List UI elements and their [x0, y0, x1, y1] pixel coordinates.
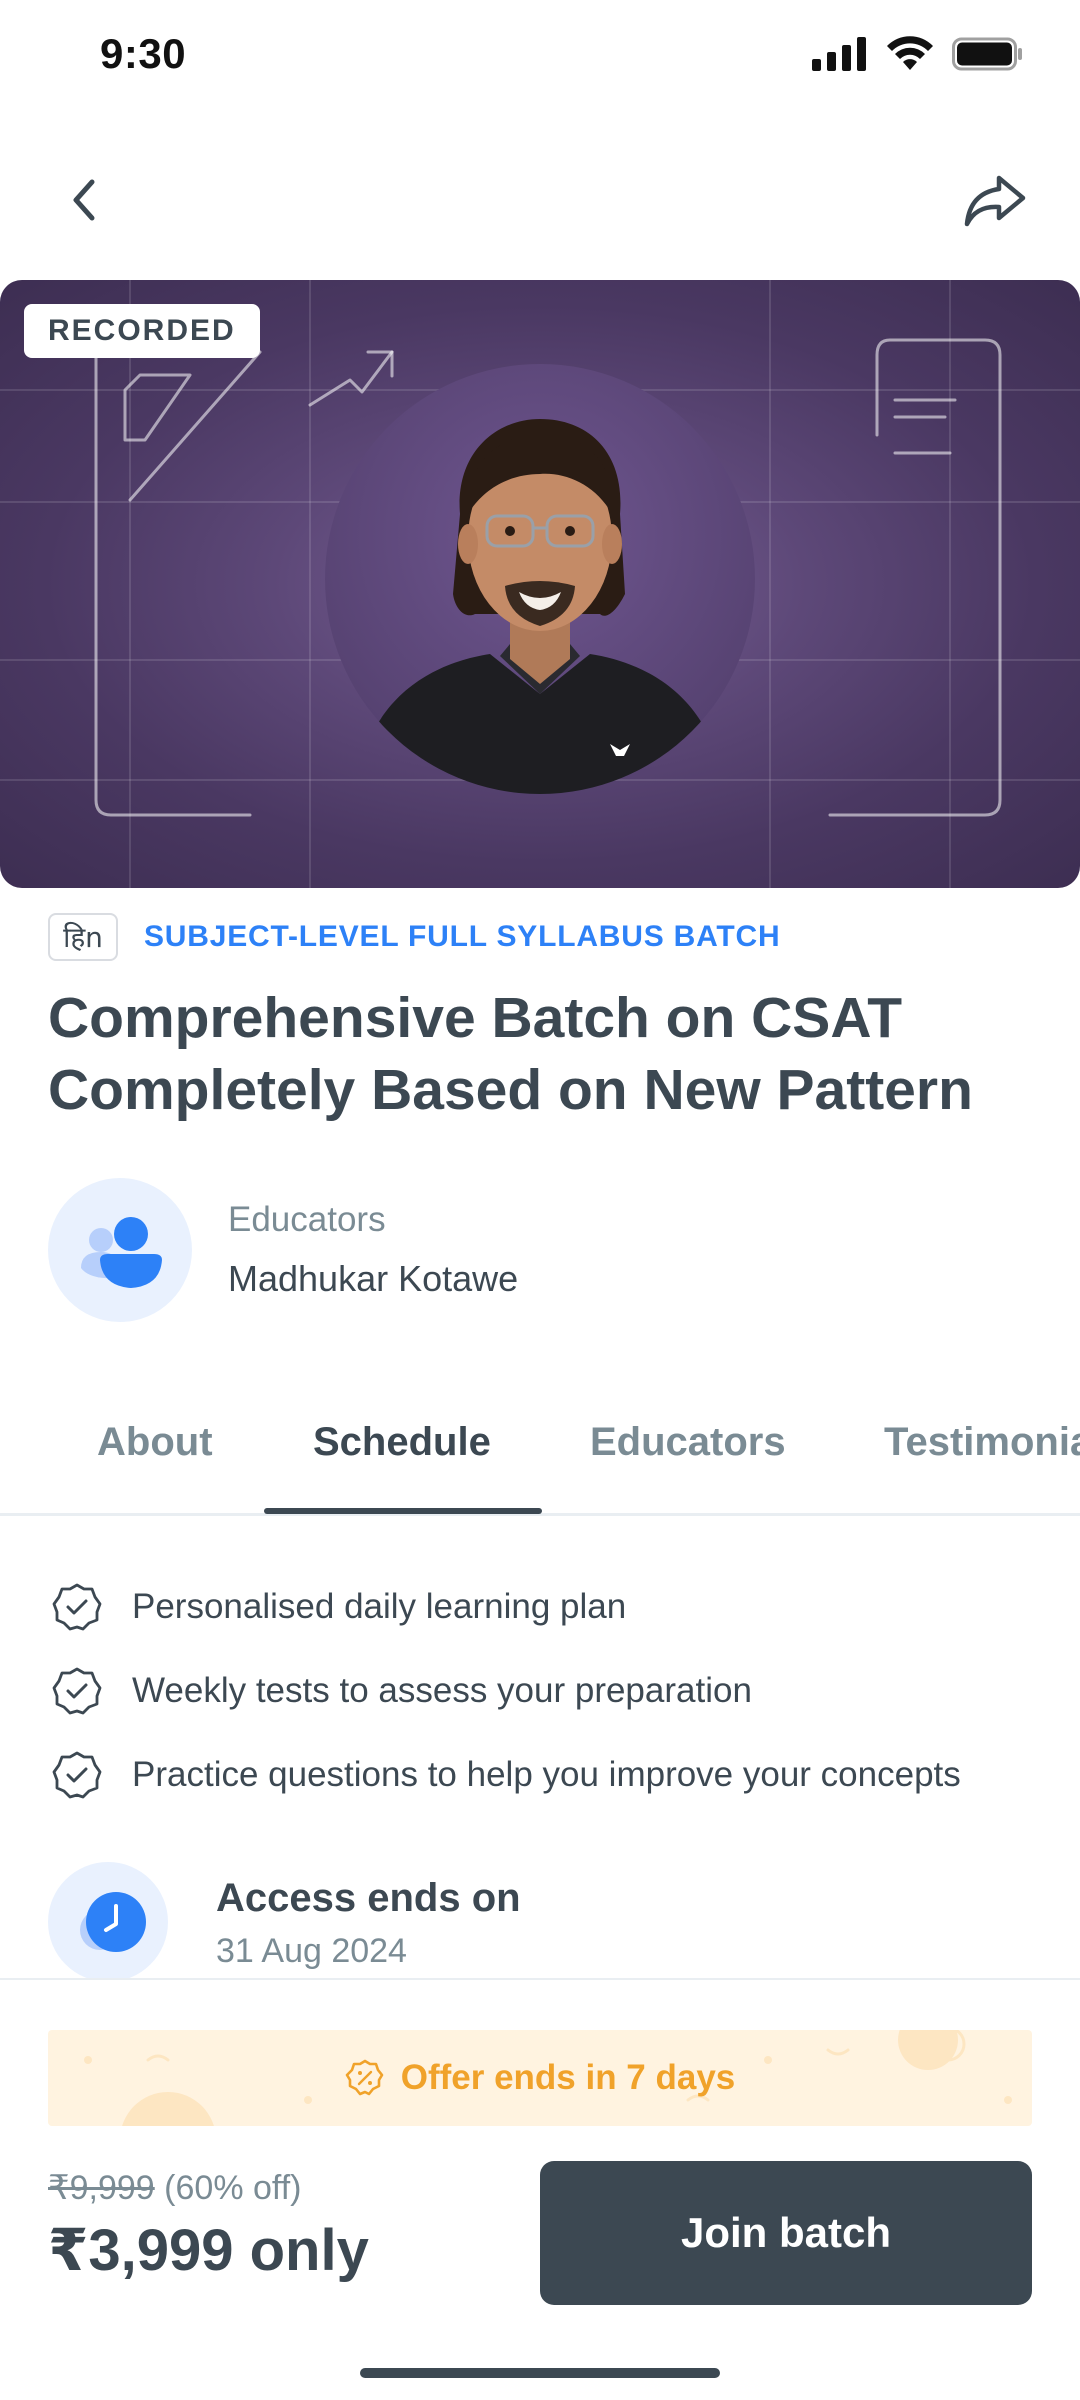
battery-icon — [952, 37, 1022, 71]
batch-meta-row: हिn SUBJECT-LEVEL FULL SYLLABUS BATCH — [48, 912, 780, 962]
feature-text: Personalised daily learning plan — [132, 1587, 627, 1626]
share-button[interactable] — [960, 168, 1030, 232]
feature-text: Practice questions to help you improve y… — [132, 1755, 961, 1794]
educators-avatar — [48, 1178, 192, 1322]
feature-list: Personalised daily learning plan Weekly … — [52, 1565, 1080, 1817]
list-item: Weekly tests to assess your preparation — [52, 1649, 1080, 1733]
educators-label: Educators — [228, 1200, 386, 1239]
status-icons — [812, 36, 1024, 72]
educator-name: Madhukar Kotawe — [228, 1258, 519, 1299]
current-price: ₹3,999 only — [48, 2218, 369, 2283]
old-price: ₹9,999 — [48, 2169, 155, 2207]
list-item: Personalised daily learning plan — [52, 1565, 1080, 1649]
educators-text: Educators Madhukar Kotawe — [228, 1200, 518, 1300]
old-price-row: ₹9,999 (60% off) — [48, 2168, 302, 2208]
check-badge-icon — [52, 1583, 102, 1631]
hero-banner: RECORDED — [0, 280, 1080, 888]
discount-badge-icon — [345, 2059, 384, 2096]
tab-schedule[interactable]: Schedule — [313, 1420, 491, 1465]
active-tab-indicator — [264, 1508, 542, 1514]
clock-icon-wrap — [48, 1862, 168, 1980]
batch-type-label: SUBJECT-LEVEL FULL SYLLABUS BATCH — [144, 920, 781, 953]
users-icon — [81, 1217, 162, 1288]
access-title: Access ends on — [216, 1876, 521, 1920]
status-bar: 9:30 — [0, 0, 1080, 110]
wifi-icon — [887, 36, 933, 70]
tab-testimonials[interactable]: Testimonials — [884, 1420, 1080, 1465]
tab-about[interactable]: About — [97, 1420, 213, 1465]
purchase-sheet: Offer ends in 7 days ₹9,999 (60% off) ₹3… — [0, 1978, 1080, 2400]
offer-text: Offer ends in 7 days — [400, 2058, 736, 2097]
feature-text: Weekly tests to assess your preparation — [132, 1671, 752, 1710]
join-batch-button[interactable]: Join batch — [540, 2161, 1032, 2305]
back-button[interactable] — [58, 170, 108, 230]
clock-icon — [80, 1892, 146, 1952]
access-ends-row: Access ends on 31 Aug 2024 — [48, 1862, 1080, 1980]
access-date: 31 Aug 2024 — [216, 1932, 407, 1970]
home-indicator[interactable] — [360, 2368, 720, 2378]
tab-educators[interactable]: Educators — [590, 1420, 786, 1465]
educator-portrait — [355, 419, 725, 794]
educator-photo — [325, 364, 755, 794]
tab-bar: About Schedule Educators Testimonials — [0, 1380, 1080, 1516]
chevron-left-icon — [73, 179, 95, 221]
status-time: 9:30 — [100, 30, 187, 77]
educators-row[interactable]: Educators Madhukar Kotawe — [48, 1178, 518, 1322]
signal-icon — [812, 37, 866, 71]
nav-bar — [0, 150, 1080, 250]
batch-title-line1: Comprehensive Batch on CSAT — [48, 986, 903, 1050]
check-badge-icon — [52, 1751, 102, 1799]
share-icon — [964, 175, 1026, 227]
batch-title-line2: Completely Based on New Pattern — [48, 1058, 973, 1122]
check-badge-icon — [52, 1667, 102, 1715]
list-item: Practice questions to help you improve y… — [52, 1733, 1080, 1817]
offer-banner: Offer ends in 7 days — [48, 2030, 1032, 2126]
batch-title: Comprehensive Batch on CSAT Completely B… — [48, 982, 1048, 1126]
discount-percent: (60% off) — [164, 2169, 302, 2207]
language-badge: हिn — [48, 913, 118, 961]
recorded-badge: RECORDED — [24, 304, 260, 358]
